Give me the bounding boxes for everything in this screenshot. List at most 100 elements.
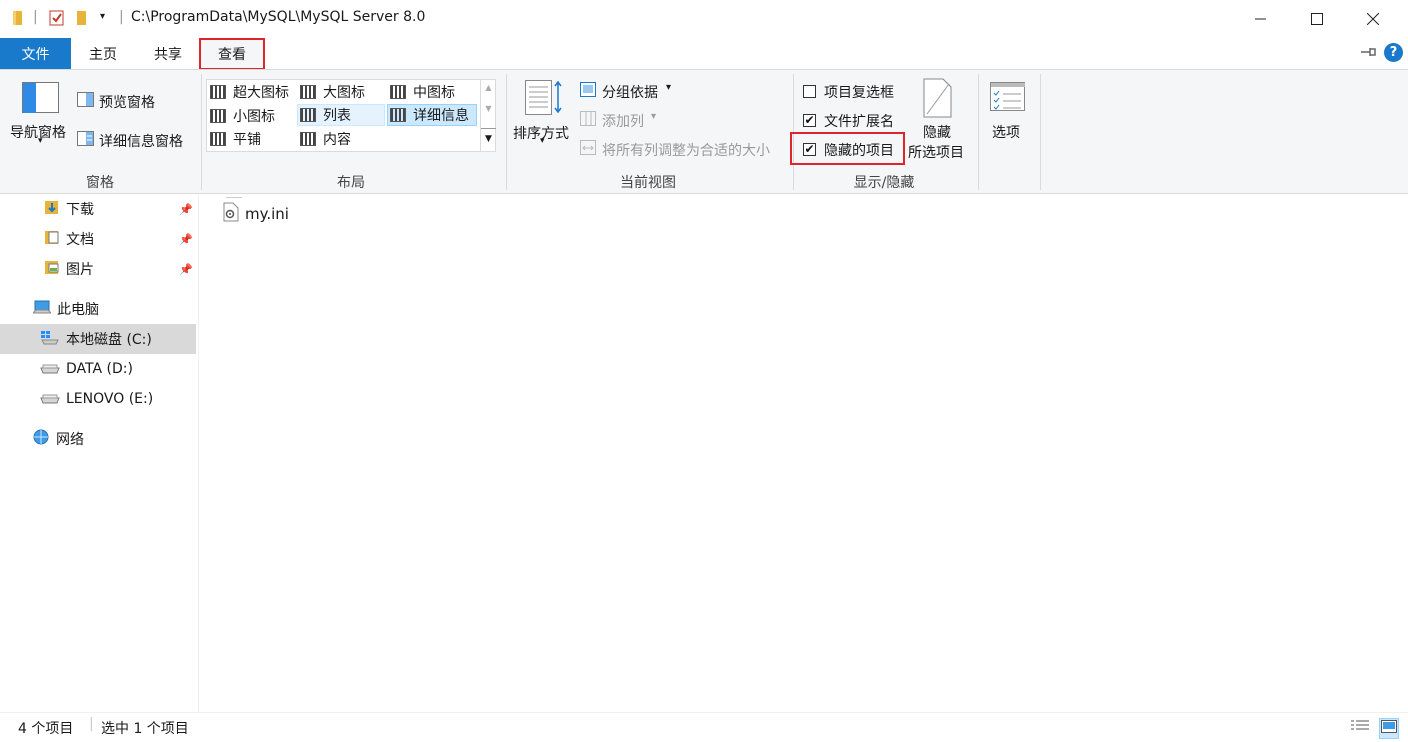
extra-large-icons-icon bbox=[210, 85, 226, 99]
chevron-down-icon[interactable]: ▾ bbox=[38, 136, 43, 146]
new-folder-icon[interactable] bbox=[76, 9, 88, 31]
details-icon bbox=[390, 108, 406, 122]
nav-item-network[interactable]: 网络 bbox=[0, 424, 196, 454]
hidden-items-checkbox[interactable]: ✔ bbox=[803, 143, 816, 156]
scrolled-file-edge bbox=[226, 194, 242, 198]
folder-icon bbox=[12, 9, 24, 31]
fit-columns-icon bbox=[580, 140, 597, 160]
drive-icon bbox=[40, 389, 60, 409]
content-icon bbox=[300, 132, 316, 146]
file-extensions-checkbox[interactable]: ✔ bbox=[803, 114, 816, 127]
customize-toolbar-icon[interactable]: ▾ bbox=[100, 11, 105, 22]
scroll-up-icon[interactable]: ▲ bbox=[481, 83, 496, 92]
ribbon-tabs: 文件 主页 共享 查看 ? bbox=[0, 38, 1408, 70]
options-icon bbox=[990, 82, 1026, 116]
item-count: 4 个项目 bbox=[18, 721, 74, 737]
hide-selected-label-1[interactable]: 隐藏 bbox=[923, 122, 951, 142]
group-label-layout: 布局 bbox=[337, 175, 365, 191]
pin-icon[interactable]: 📌 bbox=[179, 203, 193, 216]
navigation-pane: 下载 📌 文档 📌 图片 📌 此电脑 本地磁盘 (C:) DATA (D:) L… bbox=[0, 194, 199, 712]
group-label-show-hide: 显示/隐藏 bbox=[853, 175, 915, 191]
windows-drive-icon bbox=[40, 329, 60, 349]
close-button[interactable] bbox=[1350, 0, 1396, 38]
layout-large-icons[interactable]: 大图标 bbox=[300, 81, 365, 103]
details-pane-icon bbox=[77, 131, 95, 151]
fit-columns-button[interactable]: 将所有列调整为合适的大小 bbox=[602, 140, 770, 160]
pin-ribbon-icon[interactable] bbox=[1360, 45, 1378, 63]
chevron-down-icon[interactable]: ▾ bbox=[540, 136, 545, 146]
chevron-down-icon: ▾ bbox=[651, 111, 657, 122]
tab-home[interactable]: 主页 bbox=[78, 38, 128, 69]
item-checkboxes-checkbox[interactable] bbox=[803, 85, 816, 98]
title-bar: | ▾ | C:\ProgramData\MySQL\MySQL Server … bbox=[0, 0, 1408, 38]
small-icons-icon bbox=[210, 109, 226, 123]
window-title-path: C:\ProgramData\MySQL\MySQL Server 8.0 bbox=[131, 9, 426, 25]
layout-extra-large-icons[interactable]: 超大图标 bbox=[210, 81, 289, 103]
options-button[interactable]: 选项 bbox=[992, 122, 1020, 142]
tab-share[interactable]: 共享 bbox=[142, 38, 194, 69]
layout-tiles[interactable]: 平铺 bbox=[210, 128, 261, 150]
chevron-down-icon[interactable]: ▾ bbox=[666, 82, 671, 93]
group-by-button[interactable]: 分组依据 bbox=[602, 82, 658, 102]
nav-item-documents[interactable]: 文档 📌 bbox=[0, 224, 196, 254]
large-icons-icon bbox=[300, 85, 316, 99]
pin-icon[interactable]: 📌 bbox=[179, 233, 193, 246]
layout-details[interactable]: 详细信息 bbox=[387, 104, 477, 126]
gallery-scrollbar[interactable]: ▲ ▼ ▼ bbox=[480, 80, 496, 151]
gallery-expand-icon[interactable]: ▼ bbox=[481, 128, 496, 150]
file-list: my.ini bbox=[200, 194, 1408, 712]
divider bbox=[1040, 74, 1041, 190]
help-icon[interactable]: ? bbox=[1384, 43, 1403, 62]
scroll-down-icon[interactable]: ▼ bbox=[481, 104, 496, 113]
nav-item-drive-d[interactable]: DATA (D:) bbox=[0, 354, 196, 384]
nav-item-drive-c[interactable]: 本地磁盘 (C:) bbox=[0, 324, 196, 354]
tab-file[interactable]: 文件 bbox=[0, 38, 71, 69]
divider bbox=[793, 74, 794, 190]
layout-list[interactable]: 列表 bbox=[297, 104, 385, 126]
drive-icon bbox=[40, 359, 60, 379]
list-icon bbox=[300, 108, 316, 122]
navigation-pane-icon bbox=[22, 82, 60, 118]
details-pane-button[interactable]: 详细信息窗格 bbox=[99, 131, 183, 151]
layout-content[interactable]: 内容 bbox=[300, 128, 351, 150]
nav-item-pictures[interactable]: 图片 📌 bbox=[0, 254, 196, 284]
separator: | bbox=[33, 9, 38, 25]
file-name: my.ini bbox=[245, 205, 289, 223]
nav-item-downloads[interactable]: 下载 📌 bbox=[0, 194, 196, 224]
settings-file-icon bbox=[222, 202, 240, 226]
add-columns-icon bbox=[580, 111, 597, 131]
network-icon bbox=[32, 429, 50, 449]
computer-icon bbox=[31, 299, 53, 319]
add-columns-button[interactable]: 添加列 bbox=[602, 111, 644, 131]
group-label-current-view: 当前视图 bbox=[620, 175, 676, 191]
item-checkboxes-label: 项目复选框 bbox=[824, 85, 894, 101]
layout-small-icons[interactable]: 小图标 bbox=[210, 105, 275, 127]
status-bar: 4 个项目 | 选中 1 个项目 bbox=[0, 712, 1408, 742]
sort-by-icon bbox=[525, 80, 563, 122]
preview-pane-icon bbox=[77, 92, 95, 112]
pin-icon[interactable]: 📌 bbox=[179, 263, 193, 276]
hide-selected-icon bbox=[923, 78, 953, 122]
separator: | bbox=[119, 9, 124, 25]
divider bbox=[978, 74, 979, 190]
group-by-icon bbox=[580, 82, 597, 102]
minimize-button[interactable] bbox=[1238, 0, 1284, 38]
documents-folder-icon bbox=[44, 229, 60, 249]
preview-pane-button[interactable]: 预览窗格 bbox=[99, 92, 155, 112]
large-icons-view-icon[interactable] bbox=[1379, 718, 1399, 739]
tiles-icon bbox=[210, 132, 226, 146]
tab-view[interactable]: 查看 bbox=[200, 38, 264, 69]
file-row[interactable]: my.ini bbox=[222, 202, 289, 226]
separator: | bbox=[89, 716, 94, 732]
hide-selected-label-2[interactable]: 所选项目 bbox=[908, 142, 964, 162]
layout-medium-icons[interactable]: 中图标 bbox=[390, 81, 455, 103]
maximize-button[interactable] bbox=[1294, 0, 1340, 38]
selected-count: 选中 1 个项目 bbox=[101, 721, 189, 737]
medium-icons-icon bbox=[390, 85, 406, 99]
details-view-icon[interactable] bbox=[1351, 719, 1369, 737]
nav-item-drive-e[interactable]: LENOVO (E:) bbox=[0, 384, 196, 414]
properties-icon[interactable] bbox=[49, 9, 65, 31]
nav-item-this-pc[interactable]: 此电脑 bbox=[0, 294, 196, 324]
hidden-items-label: 隐藏的项目 bbox=[824, 143, 894, 159]
divider bbox=[201, 74, 202, 190]
